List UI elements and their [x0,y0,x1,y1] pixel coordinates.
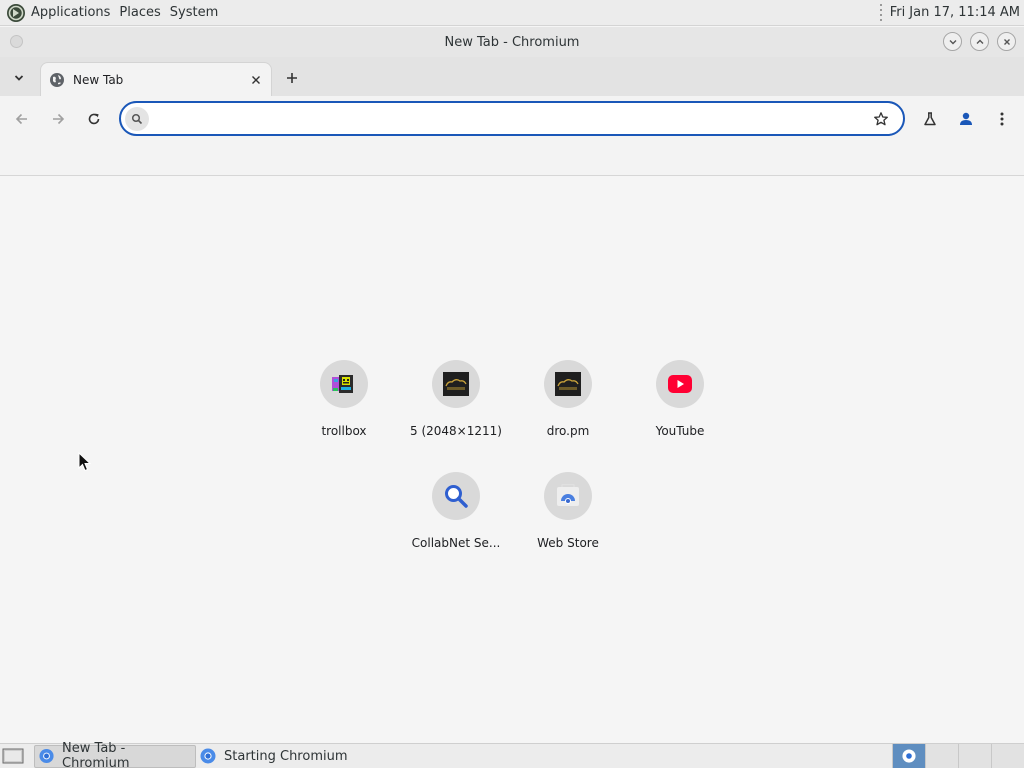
top-panel: Applications Places System Fri Jan 17, 1… [0,0,1024,26]
magnifier-icon [445,485,468,508]
new-tab-page: trollbox 5 (2048×1211) dro.pm YouTube Co… [0,177,1024,743]
plus-icon [287,73,297,83]
workspace-3[interactable] [958,744,991,768]
shortcut-label: YouTube [655,424,705,438]
back-button[interactable] [10,107,34,131]
shortcut-tile[interactable]: Web Store [512,466,624,570]
shortcut-label: 5 (2048×1211) [410,424,502,438]
profile-button[interactable] [954,107,978,131]
window-title: New Tab - Chromium [444,34,580,50]
taskbar-item-chromium[interactable]: New Tab - Chromium [34,741,196,768]
shortcut-tile[interactable]: 5 (2048×1211) [400,354,512,458]
chevron-down-icon [14,75,24,81]
globe-icon [50,72,64,87]
menu-button[interactable] [990,107,1014,131]
search-icon [125,107,149,131]
system-menu[interactable]: System [170,5,218,20]
image-thumbnail-icon [443,372,469,396]
window-controls [943,32,1016,51]
shortcut-tile[interactable]: CollabNet Se... [400,466,512,570]
tab-search-button[interactable] [8,67,30,89]
chevron-up-icon [976,39,983,44]
window-menu-button[interactable] [10,35,23,48]
youtube-icon [668,375,692,393]
window-titlebar[interactable]: New Tab - Chromium [0,27,1024,57]
taskbar-item-label: New Tab - Chromium [62,741,130,768]
tab-strip: New Tab [0,57,1024,96]
close-icon [252,75,260,84]
shortcut-tile[interactable]: dro.pm [512,354,624,458]
shortcut-tile[interactable]: trollbox [288,354,400,458]
applications-menu[interactable]: Applications [31,5,110,20]
flask-icon [924,112,936,126]
bottom-panel: New Tab - Chromium Starting Chromium [0,741,1024,768]
reload-icon [88,113,100,125]
workspace-1[interactable] [892,744,925,768]
image-thumbnail-icon [555,372,581,396]
shortcut-icon-circle [544,360,592,408]
shortcut-label: dro.pm [546,424,590,438]
workspace-2[interactable] [925,744,958,768]
panel-grip[interactable] [879,3,884,22]
arrow-right-icon [53,113,65,125]
shortcut-tile[interactable]: YouTube [624,354,736,458]
shortcut-icon-circle [432,360,480,408]
taskbar-item-starting-chromium[interactable]: Starting Chromium [196,745,354,768]
workspace-switcher [892,744,1024,768]
shortcut-label: trollbox [321,424,367,438]
workspace-4[interactable] [991,744,1024,768]
forward-button[interactable] [46,107,70,131]
shortcut-icon-circle [544,472,592,520]
web-store-icon [557,484,579,506]
chevron-down-icon [949,39,956,44]
toolbar-spacer [0,142,1024,176]
bookmark-star-button[interactable] [871,109,891,129]
maximize-button[interactable] [970,32,989,51]
browser-toolbar [0,96,1024,142]
labs-button[interactable] [918,107,942,131]
distro-logo-icon[interactable] [6,3,26,23]
clock[interactable]: Fri Jan 17, 11:14 AM [890,5,1020,20]
shortcut-label: Web Store [537,536,599,550]
close-icon [1003,38,1010,45]
profile-icon [960,112,972,125]
show-desktop-icon[interactable] [2,747,24,765]
omnibox[interactable] [119,101,905,136]
shortcut-icon-circle [656,360,704,408]
tab-close-button[interactable] [247,71,265,89]
chromium-icon [39,748,54,764]
minimize-button[interactable] [943,32,962,51]
places-menu[interactable]: Places [119,5,160,20]
shortcut-icon-circle [320,360,368,408]
chromium-icon [200,748,216,764]
close-window-button[interactable] [997,32,1016,51]
trollbox-icon [332,375,353,393]
three-dots-vertical-icon [1000,112,1004,126]
star-icon [874,112,888,126]
mouse-cursor-icon [78,452,92,472]
chromium-icon [902,749,916,763]
new-tab-button[interactable] [280,66,304,90]
reload-button[interactable] [82,107,106,131]
shortcut-icon-circle [432,472,480,520]
arrow-left-icon [15,113,27,125]
tab-new-tab[interactable]: New Tab [40,62,272,96]
address-input[interactable] [155,108,855,130]
tab-title: New Tab [73,72,124,87]
taskbar-item-label: Starting Chromium [224,748,348,764]
shortcut-label: CollabNet Se... [411,536,501,550]
